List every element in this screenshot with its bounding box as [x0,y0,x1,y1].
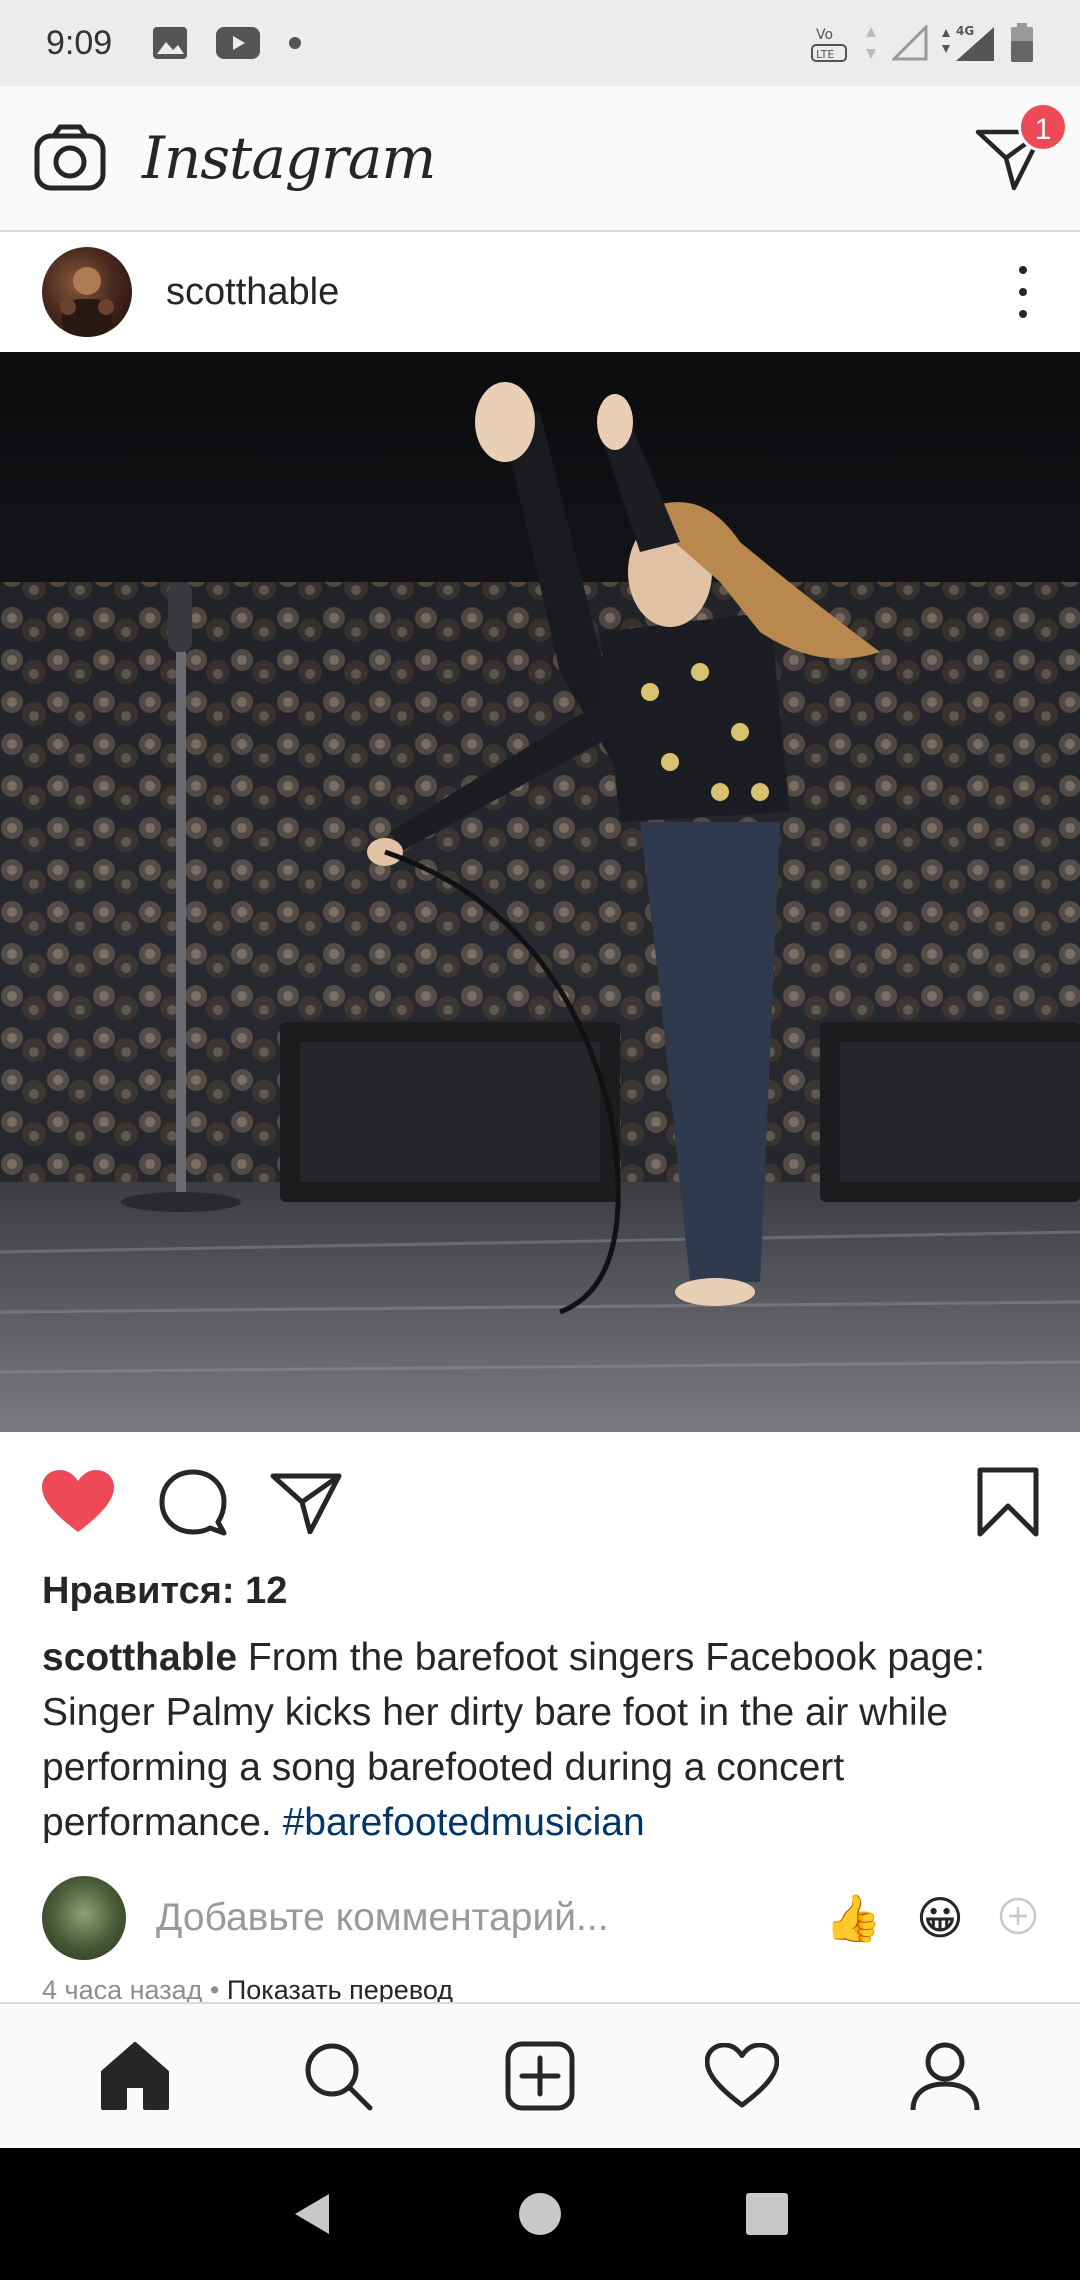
bottom-navigation [0,2002,1080,2148]
add-post-icon [505,2041,575,2111]
svg-text:4G: 4G [956,24,974,38]
current-user-avatar [42,1876,126,1960]
post-author-avatar[interactable] [42,247,132,337]
caption-username[interactable]: scotthable [42,1636,237,1679]
comment-input[interactable]: Добавьте комментарий... [156,1896,609,1940]
share-icon [270,1473,342,1534]
youtube-icon [216,27,261,59]
comment-icon [159,1469,227,1536]
camera-icon[interactable] [34,122,106,194]
likes-count[interactable]: Нравится: 12 [42,1570,287,1613]
svg-text:LTE: LTE [816,48,834,61]
like-button[interactable] [40,1468,116,1536]
direct-messages-button[interactable]: 1 [974,102,1068,194]
more-options-icon[interactable] [1008,266,1038,318]
add-emoji-icon[interactable] [998,1896,1038,1941]
back-icon[interactable] [289,2190,337,2238]
post-actions [0,1432,1080,1572]
volte-icon: Vo LTE [811,27,847,62]
post-image[interactable] [0,352,1080,1432]
status-bar: 9:09 Vo LTE 4G [0,0,1080,86]
data-arrows-icon [866,27,876,59]
recents-icon[interactable] [743,2190,791,2238]
post-author-username[interactable]: scotthable [166,271,339,314]
nav-activity[interactable] [697,2031,787,2121]
comment-button[interactable] [158,1467,228,1537]
nav-new-post[interactable] [495,2031,585,2121]
heart-filled-icon [42,1470,114,1532]
share-button[interactable] [270,1470,342,1534]
time-ago: 4 часа назад [42,1975,203,2005]
quick-emoji-thumbs-up[interactable]: 👍 [825,1891,882,1946]
home-circle-icon[interactable] [516,2190,564,2238]
concert-photo [0,352,1080,1432]
system-navigation-bar [0,2148,1080,2280]
status-time: 9:09 [46,23,113,62]
nav-profile[interactable] [900,2031,990,2121]
dm-notification-badge: 1 [1018,102,1068,152]
bookmark-icon [977,1467,1039,1537]
timestamp-separator: • [202,1975,227,2005]
profile-icon [910,2042,980,2111]
signal-empty-icon [892,25,928,61]
quick-emoji-grin[interactable]: 😀 [916,1891,964,1945]
add-comment-row: Добавьте комментарий... 👍 😀 [0,1872,1080,1964]
battery-icon [1011,23,1033,62]
gallery-icon [153,27,188,59]
heart-outline-icon [705,2043,780,2108]
save-button[interactable] [976,1466,1040,1538]
hashtag-link[interactable]: #barefootedmusician [283,1801,645,1844]
system-status-icons: Vo LTE 4G [810,21,1034,65]
nav-home[interactable] [90,2031,180,2121]
post-caption: scotthable From the barefoot singers Fac… [42,1630,1052,1850]
search-icon [305,2043,373,2111]
dot-icon [289,37,302,49]
notification-icons [152,26,302,60]
app-wordmark: Instagram [142,124,436,192]
post-header: scotthable [0,232,1080,352]
nav-search[interactable] [293,2031,383,2121]
home-icon [101,2042,170,2110]
show-translation-link[interactable]: Показать перевод [227,1975,453,2005]
network-4g-icon: 4G [942,24,994,61]
svg-text:Vo: Vo [816,27,833,43]
app-header: Instagram 1 [0,86,1080,232]
